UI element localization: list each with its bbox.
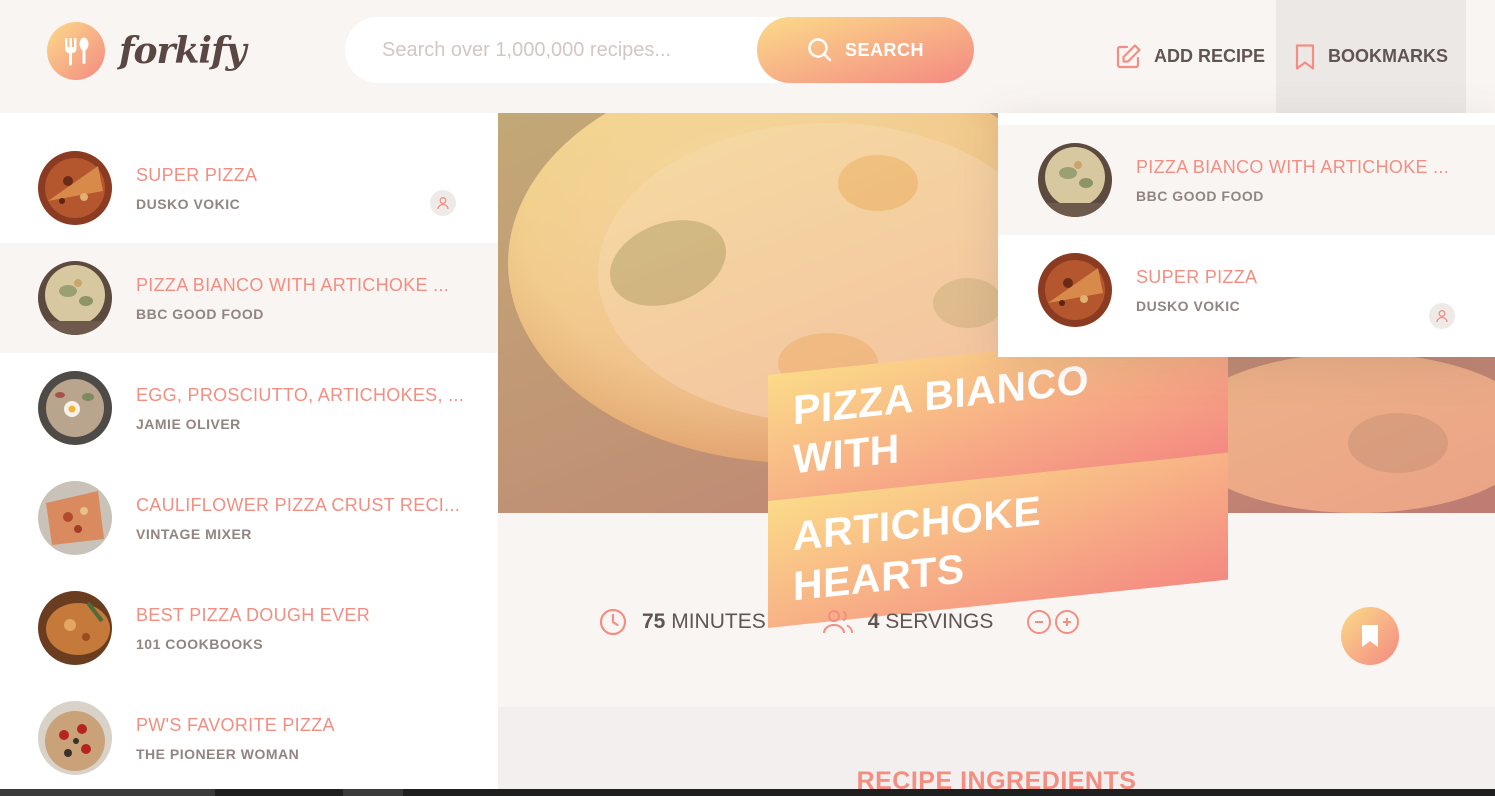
result-title: PW'S FAVORITE PIZZA [136, 714, 335, 735]
header: forkify SEARCH ADD RECIPE BOOKMARKS [0, 0, 1495, 113]
bookmarks-dropdown: PIZZA BIANCO WITH ARTICHOKE ... BBC GOOD… [998, 113, 1495, 357]
result-item-best-pizza-dough[interactable]: BEST PIZZA DOUGH EVER 101 COOKBOOKS [0, 573, 498, 683]
bookmark-title: SUPER PIZZA [1136, 266, 1258, 287]
servings: 4 SERVINGS [822, 607, 1080, 637]
cooking-time-value: 75 [642, 610, 666, 633]
recipe-thumbnail [38, 261, 112, 335]
result-title: PIZZA BIANCO WITH ARTICHOKE ... [136, 274, 450, 295]
bookmark-icon [1295, 43, 1315, 70]
servings-unit: SERVINGS [885, 610, 994, 633]
bookmark-fill-icon [1362, 625, 1378, 647]
recipe-thumbnail [38, 481, 112, 555]
result-item-super-pizza[interactable]: SUPER PIZZA DUSKO VOKIC [0, 133, 498, 243]
recipe-ingredients-section: RECIPE INGREDIENTS [498, 707, 1495, 796]
search-button-label: SEARCH [844, 39, 924, 60]
user-generated-icon [430, 190, 456, 216]
minus-icon [1035, 621, 1044, 623]
recipe-thumbnail [38, 371, 112, 445]
bookmarks-button[interactable]: BOOKMARKS [1276, 0, 1466, 113]
search-input[interactable] [382, 38, 742, 62]
result-publisher: JAMIE OLIVER [136, 415, 241, 432]
recipe-thumbnail [1038, 253, 1112, 327]
recipe-thumbnail [38, 701, 112, 775]
search-button[interactable]: SEARCH [757, 17, 974, 83]
plus-icon [1063, 618, 1072, 626]
result-publisher: THE PIONEER WOMAN [136, 745, 300, 762]
decrease-servings-button[interactable] [1027, 610, 1052, 634]
os-taskbar [0, 789, 1495, 796]
recipe-thumbnail [38, 591, 112, 665]
bookmark-publisher: DUSKO VOKIC [1136, 297, 1241, 314]
add-recipe-button[interactable]: ADD RECIPE [1096, 0, 1283, 113]
result-title: EGG, PROSCIUTTO, ARTICHOKES, ... [136, 384, 464, 405]
increase-servings-button[interactable] [1055, 610, 1080, 634]
recipe-details: 75 MINUTES 4 SERVINGS [598, 607, 1080, 637]
logo[interactable]: forkify [47, 22, 246, 80]
taskbar-segment[interactable] [343, 789, 403, 796]
result-title: BEST PIZZA DOUGH EVER [136, 604, 371, 625]
recipe-thumbnail [1038, 143, 1112, 217]
result-title: SUPER PIZZA [136, 164, 258, 185]
bookmark-publisher: BBC GOOD FOOD [1136, 187, 1264, 204]
servings-value: 4 [867, 610, 880, 633]
search-form: SEARCH [345, 17, 974, 83]
result-publisher: VINTAGE MIXER [136, 525, 252, 542]
bookmark-item-pizza-bianco[interactable]: PIZZA BIANCO WITH ARTICHOKE ... BBC GOOD… [998, 125, 1495, 235]
add-recipe-label: ADD RECIPE [1154, 46, 1266, 66]
edit-icon [1116, 43, 1141, 68]
result-publisher: 101 COOKBOOKS [136, 635, 264, 652]
result-item-pws-favorite-pizza[interactable]: PW'S FAVORITE PIZZA THE PIONEER WOMAN [0, 683, 498, 793]
clock-icon [599, 608, 627, 636]
bookmark-title: PIZZA BIANCO WITH ARTICHOKE ... [1136, 156, 1450, 177]
search-icon [808, 38, 832, 62]
cooking-time: 75 MINUTES [598, 607, 766, 637]
bookmark-item-super-pizza[interactable]: SUPER PIZZA DUSKO VOKIC [998, 235, 1495, 345]
taskbar-segment[interactable] [0, 789, 215, 796]
result-item-cauliflower-pizza[interactable]: CAULIFLOWER PIZZA CRUST RECI... VINTAGE … [0, 463, 498, 573]
logo-text: forkify [119, 30, 246, 72]
result-title: CAULIFLOWER PIZZA CRUST RECI... [136, 494, 461, 515]
result-publisher: BBC GOOD FOOD [136, 305, 264, 322]
users-icon [822, 610, 853, 634]
fork-spoon-icon [47, 22, 105, 80]
user-generated-icon [1429, 303, 1455, 329]
bookmarks-label: BOOKMARKS [1328, 46, 1448, 66]
result-item-egg-prosciutto[interactable]: EGG, PROSCIUTTO, ARTICHOKES, ... JAMIE O… [0, 353, 498, 463]
recipe-title: PIZZA BIANCO WITH ARTICHOKE HEARTS [768, 326, 1228, 628]
servings-controls [1027, 610, 1080, 634]
result-publisher: DUSKO VOKIC [136, 195, 241, 212]
cooking-time-unit: MINUTES [671, 610, 766, 633]
search-results: SUPER PIZZA DUSKO VOKIC PIZZA BIANCO WIT… [0, 113, 498, 796]
recipe-thumbnail [38, 151, 112, 225]
result-item-pizza-bianco[interactable]: PIZZA BIANCO WITH ARTICHOKE ... BBC GOOD… [0, 243, 498, 353]
bookmark-recipe-button[interactable] [1341, 607, 1399, 665]
